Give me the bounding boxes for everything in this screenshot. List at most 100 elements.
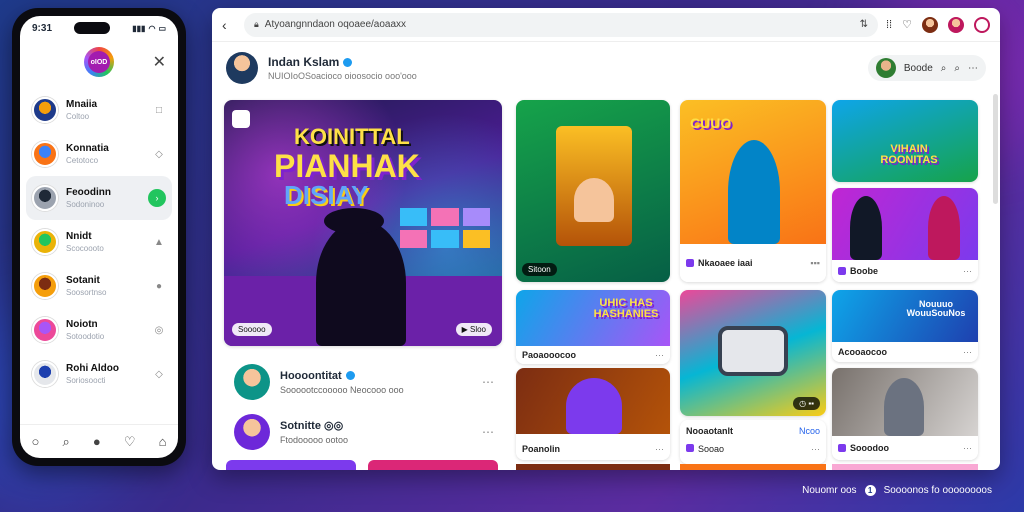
post-avatar[interactable] [234,364,270,400]
menu-icon[interactable] [974,16,990,33]
thumbnail-card[interactable]: Sooodoo ⋯ [832,368,978,460]
chat-avatar[interactable] [32,361,58,387]
hero-tag: Sooooo [232,323,272,336]
thumbnail-card[interactable]: VIHAIN ROONITAS [832,100,978,182]
chat-item[interactable]: Mnaiia Coltoo □ [26,88,172,132]
thumbnail-card[interactable]: Nooaotanlt Ncoo Sooao ⋯ [680,420,826,464]
game-card[interactable]: Sitoon [516,100,670,282]
thumb-peek [832,464,978,470]
account-avatar-2[interactable] [948,16,964,33]
card-person [928,196,960,260]
chat-avatar[interactable] [32,273,58,299]
favorite-icon[interactable]: ♡ [902,18,912,31]
address-bar[interactable]: 🔒︎ Atyoangnndaon oqoaee/aoaaxx ⇅ [244,12,878,37]
card-meta: Acooaocoo ⋯ [832,342,978,362]
profile-name[interactable]: Indan Kslam [268,55,339,69]
thumbnail-card[interactable]: Poanolin ⋯ [516,368,670,460]
search-icon[interactable]: ⌕ [63,434,70,450]
chat-item[interactable]: Konnatia Cetotoco ◇ [26,132,172,176]
chat-item[interactable]: Sotanit Soosortnso ● [26,264,172,308]
footer-note: Nouomr oos 1 Soooonos fo oooooooos [802,485,992,496]
chat-action-icon[interactable]: › [148,189,166,207]
phone-screen: 9:31 ▮▮▮ ◠ ▭ oIOD ✕ Mnaiia Coltoo □ Konnati… [20,16,178,458]
thumbnail-card[interactable]: UHIC HAS HASHANIES Paoaooocoo ⋯ [516,290,670,364]
thumbnail-card[interactable]: ◷ ▪▪ [680,290,826,416]
phone-bottom-nav: ○ ⌕ ● ♡ ⌂ [20,424,178,458]
browser-window: ‹ 🔒︎ Atyoangnndaon oqoaee/aoaaxx ⇅ ⁞⁞ ♡ … [212,8,1000,470]
card-meta: Boobe ⋯ [832,260,978,282]
hero-title-line1: KOINITTAL [294,124,410,149]
app-logo[interactable]: oIOD [84,47,114,77]
profile-icon[interactable]: ⌂ [159,434,167,449]
user-avatar[interactable] [875,58,896,78]
profile-subtitle: NUIOIoOSoacioco oioosocio ooo'ooo [268,71,417,81]
chat-item[interactable]: Nnidt Scocoooto ▲ [26,220,172,264]
more-icon[interactable]: ⋯ [482,375,494,389]
back-icon[interactable]: ‹ [222,17,236,33]
chat-item[interactable]: Rohi Aldoo Soriosoocti ◇ [26,352,172,396]
home-icon[interactable]: ● [93,434,101,449]
account-avatar[interactable] [922,16,938,33]
chat-action-icon[interactable]: ◇ [152,367,166,381]
chat-preview: Sotoodotio [66,332,105,341]
chat-list: Mnaiia Coltoo □ Konnatia Cetotoco ◇ Feoodinn So… [20,84,178,400]
hero-card[interactable]: KOINITTAL PIANHAK DISIAY Sooooo ▶ Sloo [224,100,502,346]
hero-title-line3: DISIAY [284,180,369,210]
chat-avatar[interactable] [32,97,58,123]
lock-icon: 🔒︎ [254,19,259,29]
chat-action-icon[interactable]: ◇ [152,147,166,161]
profile-name-row: Indan Kslam [268,55,417,69]
chat-name: Feoodinn [66,187,111,198]
chat-avatar[interactable] [32,141,58,167]
search-icon-2[interactable]: ⌕ [954,63,960,74]
toolbar-icons: ⁞⁞ ♡ [886,16,990,33]
thumb-peek [226,460,356,470]
hero-tag-right: ▶ Sloo [455,323,492,336]
card-person [850,196,882,260]
post-author: Sotnitte ◎◎ [280,420,344,432]
search-icon[interactable]: ⌕ [941,63,947,74]
chat-action-icon[interactable]: ◎ [152,323,166,337]
signal-icon: ▮▮▮ [132,23,146,33]
chat-action-icon[interactable]: ● [152,279,166,293]
card-art-text: CUUO [690,115,732,131]
wifi-icon: ◠ [148,23,156,33]
url-text: Atyoangnndaon oqoaee/aoaaxx [264,19,407,30]
thumbnail-card[interactable]: Boobe ⋯ [832,188,978,282]
chat-item[interactable]: Noiotn Sotoodotio ◎ [26,308,172,352]
footer-right: Soooonos fo oooooooos [883,485,992,496]
chat-action-icon[interactable]: ▲ [152,235,166,249]
chat-item[interactable]: Feoodinn Sodoninoo › [26,176,172,220]
content-feed: KOINITTAL PIANHAK DISIAY Sooooo ▶ Sloo H… [224,100,990,470]
extensions-icon[interactable]: ⁞⁞ [886,19,892,31]
thumbnail-card[interactable]: Nouuuo WouuSouNos Acooaocoo ⋯ [832,290,978,362]
post-item[interactable]: Hoooontitat Soooootccooooo Neocooo ooo ⋯ [224,356,504,408]
post-avatar[interactable] [234,414,270,450]
search-pill[interactable]: Boode ⌕ ⌕ ⋯ [867,55,986,81]
post-item[interactable]: Sotnitte ◎◎ Ftodooooo ootoo ⋯ [224,406,504,458]
chat-action-icon[interactable]: □ [152,103,166,117]
heart-icon[interactable]: ♡ [124,434,136,450]
share-icon[interactable]: ⇅ [860,19,868,30]
close-icon[interactable]: ✕ [153,52,166,72]
card-character [574,178,614,222]
chat-avatar[interactable] [32,229,58,255]
chat-name: Mnaiia [66,99,98,110]
hero-person-silhouette [316,220,406,346]
card-person [728,140,780,244]
chat-name: Rohi Aldoo [66,363,119,374]
post-author: Hoooontitat [280,370,404,382]
more-icon[interactable]: ⋯ [968,63,978,74]
chat-icon[interactable]: ○ [32,434,40,449]
footer-left: Nouomr oos [802,485,857,496]
card-meta: Sooodoo ⋯ [832,436,978,460]
chat-avatar[interactable] [32,317,58,343]
hero-badge-icon [232,110,250,128]
footer-badge: 1 [864,485,876,496]
scrollbar[interactable] [993,94,998,204]
post-text: Ftodooooo ootoo [280,435,349,445]
thumbnail-card[interactable]: CUUO Nkaoaee iaai ▪▪▪ [680,100,826,282]
more-icon[interactable]: ⋯ [482,425,494,439]
profile-avatar[interactable] [226,52,258,84]
chat-avatar[interactable] [32,185,58,211]
